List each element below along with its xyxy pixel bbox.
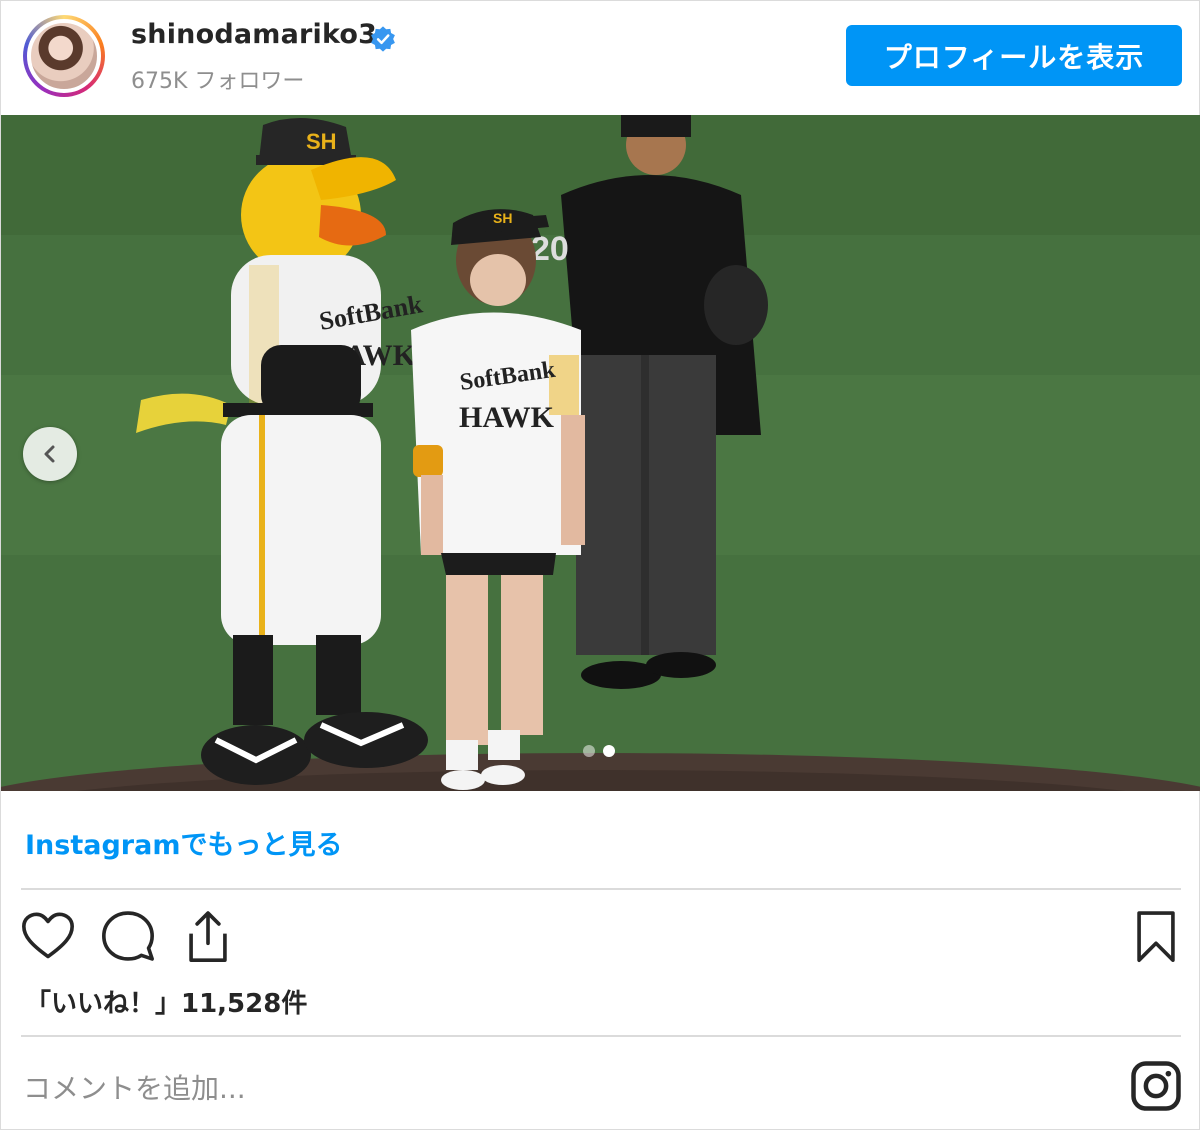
heart-icon[interactable] bbox=[19, 907, 77, 965]
like-count: 「いいね！」11,528件 bbox=[25, 989, 308, 1019]
avatar[interactable] bbox=[27, 19, 101, 93]
svg-text:SH: SH bbox=[493, 210, 512, 226]
see-more-on-instagram-link[interactable]: Instagramでもっと見る bbox=[25, 823, 342, 862]
divider bbox=[21, 1035, 1181, 1037]
post-header: shinodamariko3 675K フォロワー プロフィールを表示 bbox=[1, 1, 1200, 115]
instagram-icon[interactable] bbox=[1129, 1059, 1183, 1113]
comment-icon[interactable] bbox=[99, 907, 157, 965]
view-profile-button[interactable]: プロフィールを表示 bbox=[846, 25, 1182, 86]
media-scene: SH SoftBank HAWK 20 SH SoftBank HAWK bbox=[1, 115, 1200, 791]
carousel-dots bbox=[583, 745, 615, 757]
share-icon[interactable] bbox=[179, 907, 237, 965]
svg-text:HAWK: HAWK bbox=[459, 401, 555, 434]
username[interactable]: shinodamariko3 bbox=[131, 19, 377, 50]
carousel-dot-active[interactable] bbox=[603, 745, 615, 757]
divider bbox=[21, 888, 1181, 890]
verified-badge-icon bbox=[371, 26, 395, 52]
avatar-ring[interactable] bbox=[23, 15, 105, 97]
chevron-left-icon bbox=[44, 445, 55, 463]
instagram-embed-card: shinodamariko3 675K フォロワー プロフィールを表示 SH S… bbox=[0, 0, 1200, 1130]
add-comment-input[interactable]: コメントを追加... bbox=[23, 1067, 246, 1107]
follower-count: 675K フォロワー bbox=[131, 69, 305, 94]
svg-text:SH: SH bbox=[306, 129, 337, 154]
bookmark-icon[interactable] bbox=[1127, 907, 1185, 965]
carousel-dot[interactable] bbox=[583, 745, 595, 757]
post-media[interactable]: SH SoftBank HAWK 20 SH SoftBank HAWK bbox=[1, 115, 1200, 791]
carousel-prev-button[interactable] bbox=[23, 427, 77, 481]
